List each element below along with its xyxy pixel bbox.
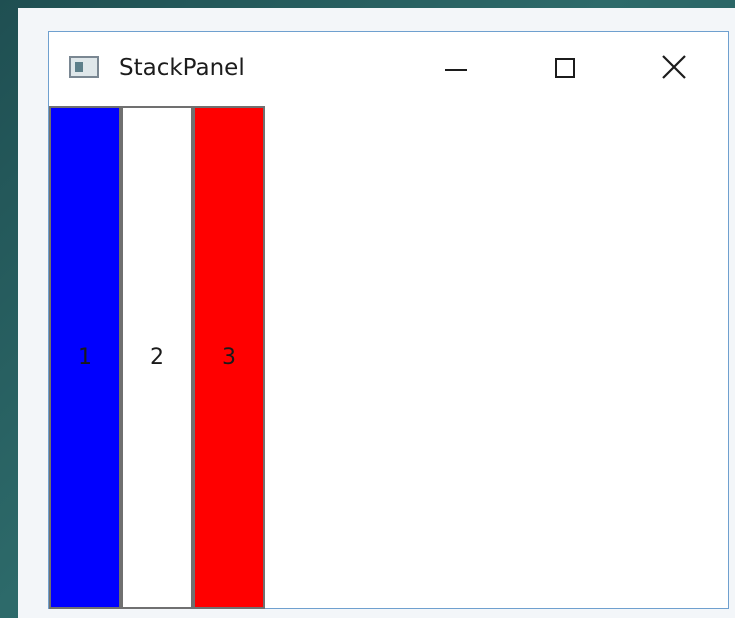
stack-button-2-label: 2 [150, 345, 164, 370]
stack-button-2[interactable]: 2 [121, 106, 193, 609]
window-app-icon [69, 56, 99, 78]
close-icon [662, 55, 686, 79]
stack-panel: 1 2 3 [49, 106, 265, 609]
minimize-button[interactable] [427, 44, 487, 94]
desktop-frame: StackPanel 1 2 3 [18, 8, 735, 618]
window-title: StackPanel [119, 55, 245, 81]
close-button[interactable] [645, 44, 705, 94]
window-client-area: 1 2 3 [49, 106, 728, 609]
maximize-button[interactable] [536, 44, 596, 94]
title-bar[interactable]: StackPanel [49, 32, 728, 106]
stack-button-1[interactable]: 1 [49, 106, 121, 609]
stack-button-3-label: 3 [222, 345, 236, 370]
stackpanel-window: StackPanel 1 2 3 [48, 31, 729, 609]
stack-button-3[interactable]: 3 [193, 106, 265, 609]
minimize-icon [445, 69, 467, 71]
stack-button-1-label: 1 [78, 345, 92, 370]
app-icon-pane [75, 62, 83, 72]
maximize-icon [555, 58, 575, 78]
